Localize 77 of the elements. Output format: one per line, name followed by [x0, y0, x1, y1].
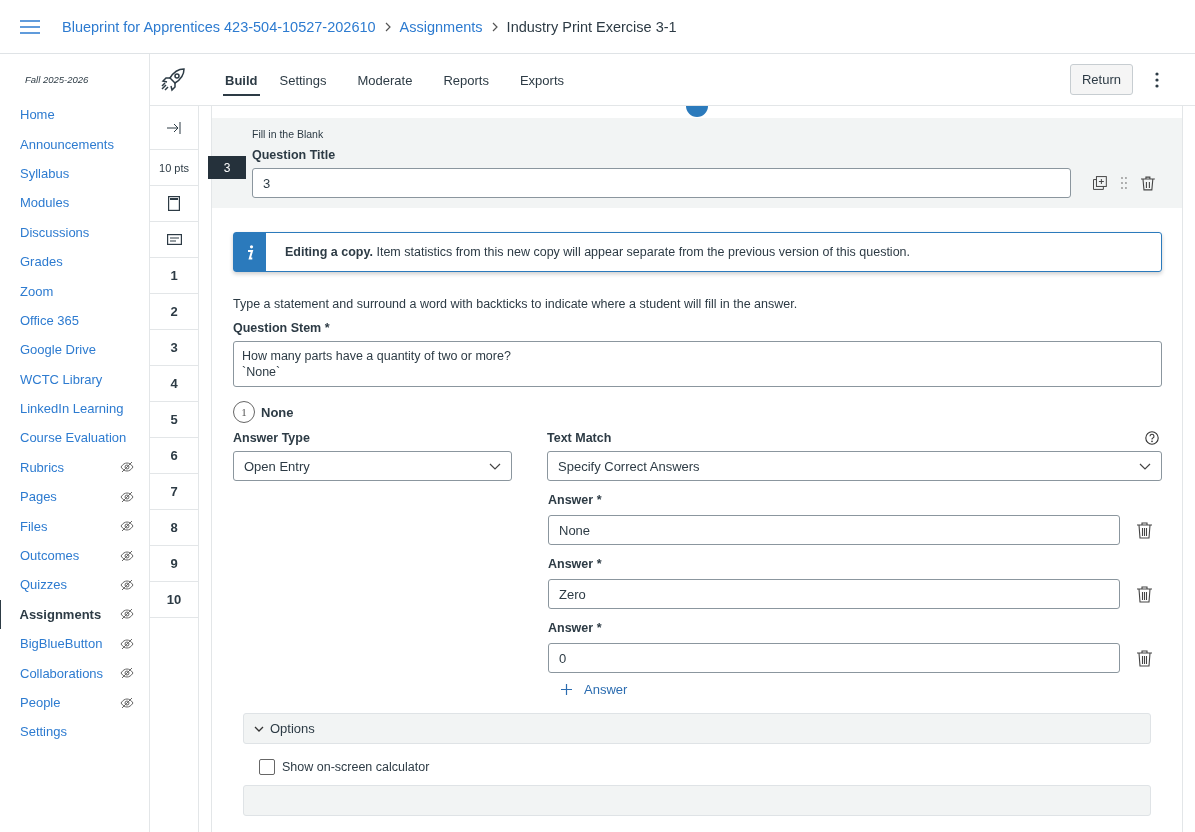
- sidebar-item[interactable]: Announcements: [0, 129, 149, 159]
- add-answer-button[interactable]: Answer: [561, 682, 628, 697]
- stem-line: How many parts have a quantity of two or more?: [242, 348, 512, 364]
- sidebar-item[interactable]: Syllabus: [0, 158, 149, 189]
- sidebar-item[interactable]: Grades: [0, 246, 149, 277]
- answer-field[interactable]: 0: [548, 643, 1120, 673]
- sidebar-item[interactable]: Google Drive: [0, 335, 149, 365]
- sidebar-item[interactable]: Course Evaluation: [0, 423, 149, 453]
- instructions-text: Type a statement and surround a word with backticks to indicate where a student will fill in the answer.: [233, 297, 799, 311]
- field-label: Question Stem *: [233, 321, 331, 335]
- chevron-down-icon: [1139, 462, 1151, 470]
- sidebar-item[interactable]: People: [0, 687, 149, 718]
- sidebar-item[interactable]: Collaborations: [0, 658, 149, 688]
- checkbox[interactable]: [259, 759, 275, 775]
- sidebar-item[interactable]: Discussions: [0, 217, 149, 247]
- sidebar-item[interactable]: LinkedIn Learning: [0, 393, 149, 424]
- tab[interactable]: Moderate: [346, 65, 424, 96]
- breadcrumb-link[interactable]: Assignments: [399, 18, 483, 35]
- sidebar-item[interactable]: Pages: [0, 482, 149, 512]
- answer-field[interactable]: None: [548, 515, 1120, 545]
- sidebar-item[interactable]: WCTC Library: [0, 364, 149, 394]
- chevron-right-icon: [384, 21, 391, 32]
- notice-text: Editing a copy. Item statistics from this new copy will appear separate from the previous version of this question.: [284, 245, 911, 259]
- checkbox-label: Show on-screen calculator: [282, 760, 430, 774]
- sidebar-item[interactable]: BigBlueButton: [0, 629, 149, 659]
- tab[interactable]: Reports: [432, 65, 500, 96]
- duplicate-icon[interactable]: [1093, 176, 1108, 190]
- sidebar-item[interactable]: Modules: [0, 188, 149, 218]
- text-match-select[interactable]: Specify Correct Answers: [547, 451, 1162, 481]
- sidebar-item[interactable]: Outcomes: [0, 540, 149, 571]
- input-field[interactable]: 3: [252, 168, 1072, 198]
- sidebar-item[interactable]: Zoom: [0, 276, 149, 306]
- document-icon[interactable]: [168, 196, 180, 211]
- field-label: Answer *: [548, 493, 603, 507]
- question-type: Fill in the Blank: [252, 128, 325, 140]
- sidebar-item[interactable]: Assignments: [0, 599, 149, 630]
- field-label: Question Title: [252, 148, 337, 162]
- field-label: Answer *: [548, 557, 603, 571]
- tab[interactable]: Exports: [508, 65, 575, 96]
- text-block-icon[interactable]: [166, 234, 182, 245]
- trash-icon[interactable]: [1137, 585, 1152, 603]
- sidebar-item[interactable]: Quizzes: [0, 570, 149, 600]
- question-stem-field[interactable]: How many parts have a quantity of two or more? `None`: [233, 341, 1162, 387]
- trash-icon[interactable]: [1137, 649, 1152, 667]
- help-icon[interactable]: [1145, 431, 1159, 445]
- sidebar-item[interactable]: Settings: [0, 717, 149, 747]
- sidebar-item[interactable]: Office 365: [0, 305, 149, 336]
- trash-icon[interactable]: [1141, 175, 1155, 191]
- trash-icon[interactable]: [1137, 521, 1152, 539]
- blank-label: None: [261, 404, 294, 420]
- expand-icon[interactable]: [167, 121, 181, 134]
- chevron-right-icon: [491, 21, 498, 32]
- drag-handle-icon[interactable]: [1121, 177, 1128, 189]
- rocket-icon: [160, 66, 186, 93]
- more-options-icon[interactable]: [1155, 71, 1159, 88]
- question-number-badge: 3: [208, 156, 246, 179]
- answer-field[interactable]: Zero: [548, 579, 1120, 609]
- field-label: Answer Type: [233, 431, 311, 445]
- sidebar-item[interactable]: Rubrics: [0, 452, 149, 483]
- return-button[interactable]: Return: [1069, 64, 1133, 95]
- sidebar-item[interactable]: Files: [0, 511, 149, 541]
- tab[interactable]: Build: [223, 65, 260, 96]
- menu-icon[interactable]: [20, 19, 40, 34]
- breadcrumb-link[interactable]: Blueprint for Apprentices 423-504-10527-202610: [62, 18, 376, 35]
- options-toggle[interactable]: Options: [243, 713, 1151, 744]
- field-label: Answer *: [548, 621, 603, 635]
- field-label: Text Match: [547, 431, 612, 445]
- answer-type-select[interactable]: Open Entry: [233, 451, 512, 481]
- chevron-down-icon: [254, 725, 264, 732]
- page-title: Industry Print Exercise 3-1: [506, 18, 677, 35]
- tab[interactable]: Settings: [268, 65, 338, 96]
- sidebar-item[interactable]: Home: [0, 100, 149, 130]
- plus-icon: [561, 684, 572, 695]
- stem-line: `None`: [242, 364, 282, 380]
- term-label: Fall 2025-2026: [24, 73, 90, 87]
- chevron-down-icon: [489, 462, 501, 470]
- info-icon: [246, 244, 254, 260]
